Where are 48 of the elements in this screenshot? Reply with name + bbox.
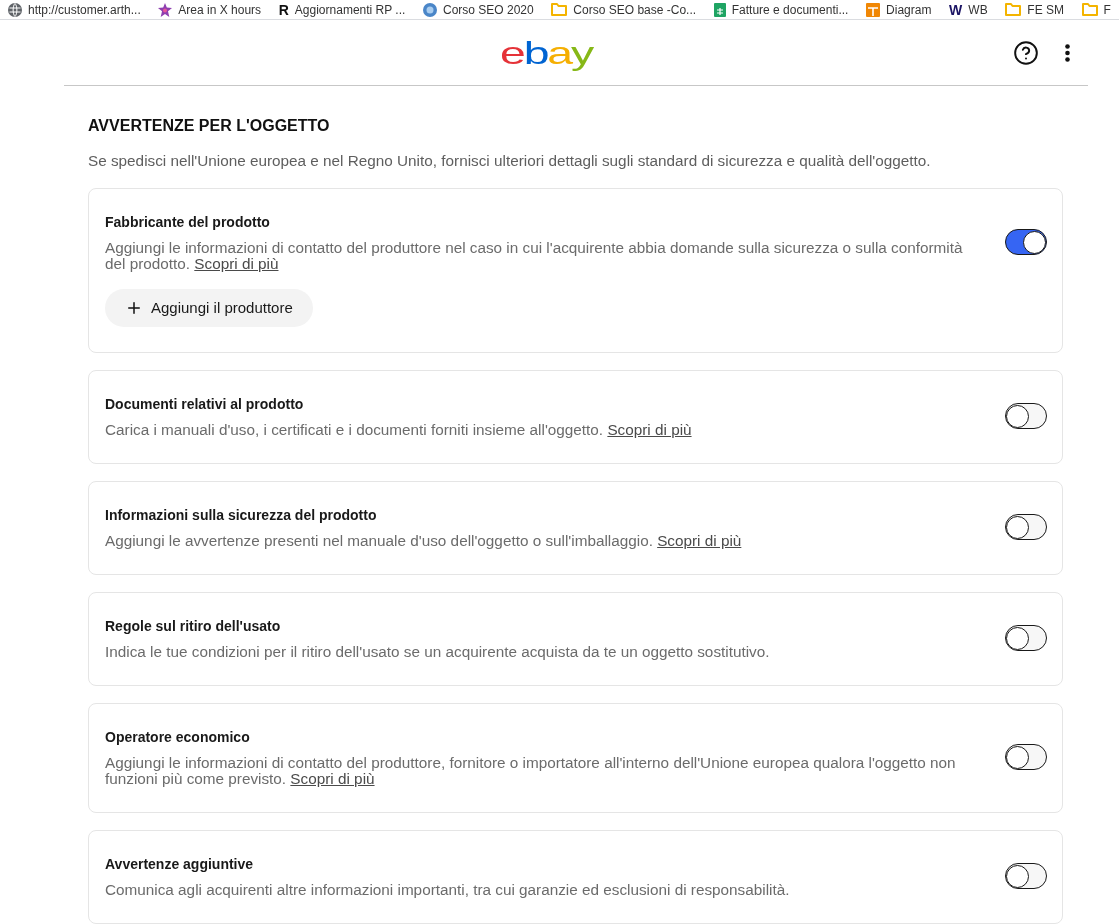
- help-button[interactable]: [1013, 39, 1039, 66]
- more-menu-button[interactable]: [1065, 43, 1070, 62]
- toggle-switch[interactable]: [1005, 514, 1047, 540]
- star-icon: [158, 2, 173, 17]
- bookmark-link[interactable]: F: [1081, 3, 1111, 16]
- card-title: Regole sul ritiro dell'usato: [105, 617, 282, 636]
- bookmark-link[interactable]: R Aggiornamenti RP ...: [278, 2, 406, 17]
- bookmark-link[interactable]: W WB: [949, 2, 988, 17]
- card-title: Avvertenze aggiuntive: [105, 855, 255, 874]
- learn-more-link[interactable]: Scopri di più: [607, 421, 692, 438]
- letter-icon: R: [278, 2, 289, 17]
- card-description: Aggiungi le informazioni di contatto del produttore, fornitore o importatore all'interno dell'Unione europea qualora l'oggetto non funzioni più come previsto. Scopri di più: [105, 755, 957, 787]
- card-title: Fabbricante del prodotto: [105, 213, 271, 232]
- card-description: Carica i manuali d'uso, i certificati e i documenti forniti insieme all'oggetto. Scopri di più: [105, 422, 693, 438]
- learn-more-link[interactable]: Scopri di più: [194, 255, 279, 272]
- card-description: Comunica agli acquirenti altre informazioni importanti, tra cui garanzie ed esclusioni di responsabilità.: [105, 882, 791, 898]
- folder-icon: [551, 3, 568, 16]
- help-icon: [1013, 39, 1039, 66]
- bookmark-link[interactable]: Corso SEO 2020: [423, 2, 534, 17]
- bookmark-link[interactable]: Diagram: [866, 2, 932, 17]
- toggle-switch[interactable]: [1005, 403, 1047, 429]
- add-manufacturer-button[interactable]: Aggiungi il produttore: [105, 289, 313, 327]
- bookmark-link[interactable]: Corso SEO base -Co...: [551, 3, 697, 16]
- toggle-switch[interactable]: [1005, 229, 1047, 255]
- section-subtitle: Se spedisci nell'Unione europea e nel Regno Unito, fornisci ulteriori dettagli sugli standard di sicurezza e qualità dell'oggetto.: [88, 151, 932, 171]
- logo[interactable]: ebay: [500, 36, 592, 69]
- circle-icon: [423, 2, 437, 17]
- bookmark-link[interactable]: FE SM: [1005, 3, 1064, 16]
- bookmark-link[interactable]: Fatture e documenti...: [713, 2, 849, 17]
- bookmark-link[interactable]: http://customer.arth...: [8, 2, 141, 17]
- plus-icon: [125, 299, 143, 317]
- more-options-icon: [1065, 43, 1070, 62]
- card-title: Documenti relativi al prodotto: [105, 395, 305, 414]
- bookmark-link[interactable]: Area in X hours: [158, 2, 262, 17]
- toggle-switch[interactable]: [1005, 625, 1047, 651]
- section-heading: AVVERTENZE PER L'OGGETTO: [88, 116, 331, 136]
- card-description: Indica le tue condizioni per il ritiro dell'usato se un acquirente acquista da te un oggetto sostitutivo.: [105, 644, 771, 660]
- card-description: Aggiungi le informazioni di contatto del produttore nel caso in cui l'acquirente abbia domande sulla sicurezza o sulla conformità del prodotto. Scopri di più: [105, 240, 964, 272]
- card-title: Operatore economico: [105, 728, 251, 747]
- learn-more-link[interactable]: Scopri di più: [290, 770, 375, 787]
- letter-icon: W: [949, 2, 963, 17]
- card-title: Informazioni sulla sicurezza del prodotto: [105, 506, 378, 525]
- toggle-switch[interactable]: [1005, 863, 1047, 889]
- toggle-switch[interactable]: [1005, 744, 1047, 770]
- card-description: Aggiungi le avvertenze presenti nel manuale d'uso dell'oggetto o sull'imballaggio. Scopri di più: [105, 533, 743, 549]
- folder-icon: [1005, 3, 1022, 16]
- learn-more-link[interactable]: Scopri di più: [657, 532, 742, 549]
- folder-icon: [1081, 3, 1098, 16]
